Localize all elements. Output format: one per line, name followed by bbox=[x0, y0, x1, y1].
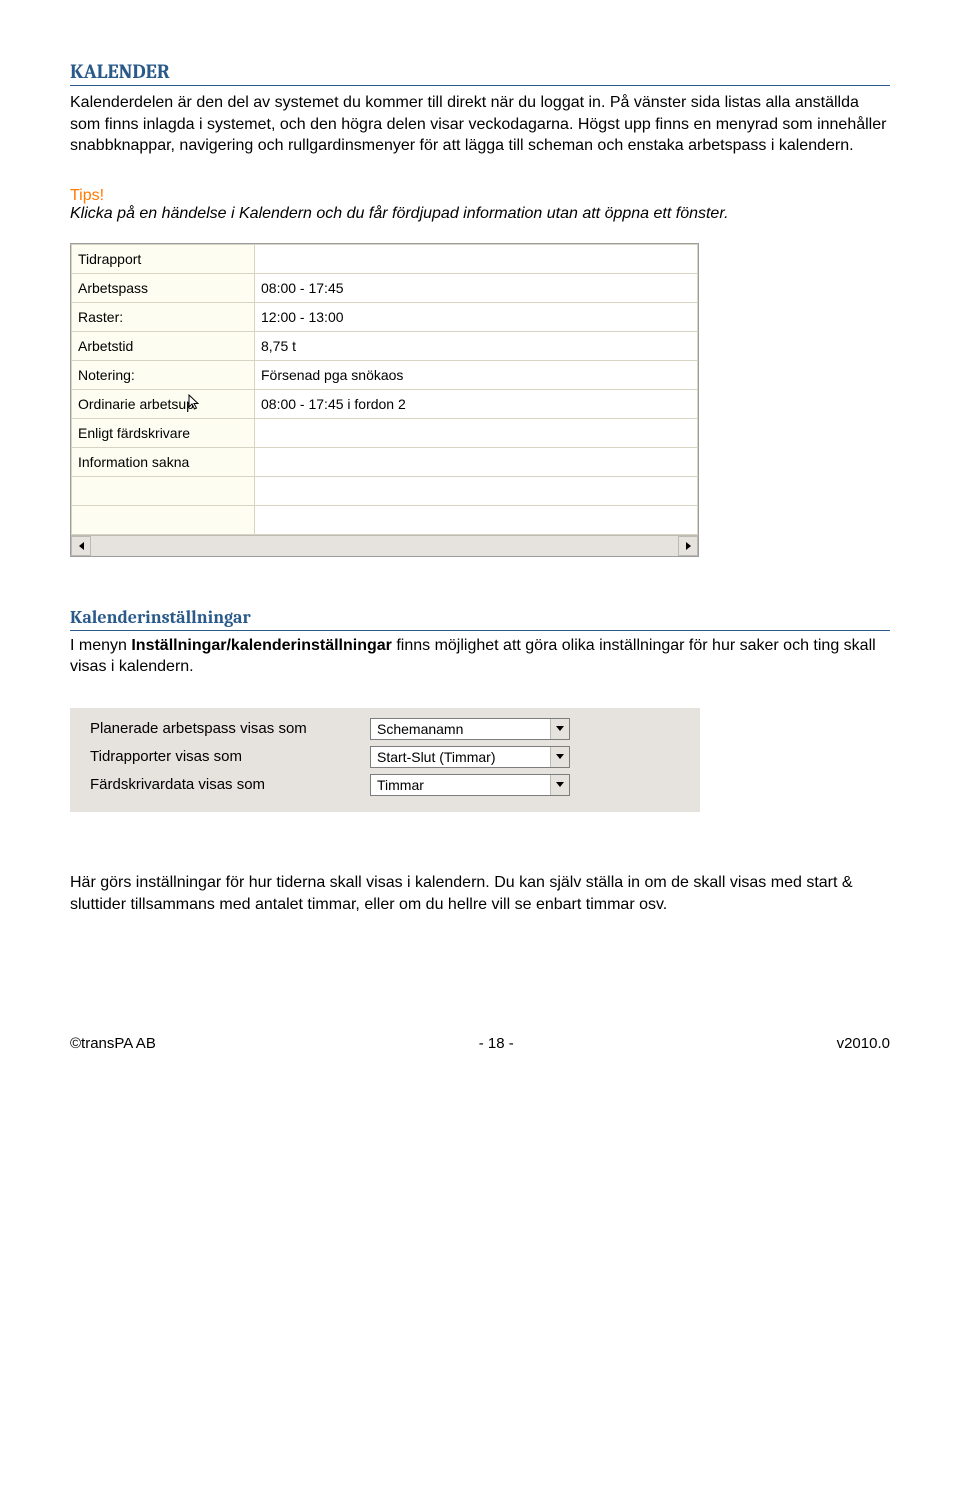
table-row: Ordinarie arbetsup 08:00 - 17:45 i fordo… bbox=[72, 389, 698, 418]
horizontal-scrollbar[interactable] bbox=[71, 535, 698, 556]
table-row bbox=[72, 476, 698, 505]
cell-value: 08:00 - 17:45 bbox=[255, 273, 698, 302]
settings-row: Planerade arbetspass visas som Schemanam… bbox=[90, 718, 690, 740]
paragraph-settings-intro: I menyn Inställningar/kalenderinställnin… bbox=[70, 635, 890, 678]
tips-text: Klicka på en händelse i Kalendern och du… bbox=[70, 205, 890, 223]
page-footer: ©transPA AB - 18 - v2010.0 bbox=[70, 1035, 890, 1052]
cell-label: Notering: bbox=[72, 360, 255, 389]
chevron-down-icon[interactable] bbox=[550, 719, 569, 739]
cell-label bbox=[72, 476, 255, 505]
footer-center: - 18 - bbox=[479, 1035, 514, 1052]
footer-right: v2010.0 bbox=[837, 1035, 890, 1052]
table-row bbox=[72, 505, 698, 534]
select-fardskrivardata[interactable]: Timmar bbox=[370, 774, 570, 796]
cell-value bbox=[255, 244, 698, 273]
cell-label: Information sakna bbox=[72, 447, 255, 476]
table-row: Information sakna bbox=[72, 447, 698, 476]
tips-label: Tips! bbox=[70, 187, 890, 205]
cell-value bbox=[255, 447, 698, 476]
table-row: Enligt färdskrivare bbox=[72, 418, 698, 447]
cell-value bbox=[255, 505, 698, 534]
footer-left: ©transPA AB bbox=[70, 1035, 156, 1052]
paragraph-intro: Kalenderdelen är den del av systemet du … bbox=[70, 92, 890, 157]
scroll-left-icon[interactable] bbox=[71, 536, 91, 556]
select-tidrapporter[interactable]: Start-Slut (Timmar) bbox=[370, 746, 570, 768]
settings-label: Färdskrivardata visas som bbox=[90, 776, 370, 793]
cell-value: 8,75 t bbox=[255, 331, 698, 360]
select-value: Timmar bbox=[371, 775, 550, 795]
cell-value: 08:00 - 17:45 i fordon 2 bbox=[255, 389, 698, 418]
tooltip-table: Tidrapport Arbetspass 08:00 - 17:45 Rast… bbox=[70, 243, 699, 557]
heading-kalender: KALENDER bbox=[70, 60, 890, 86]
select-planerade[interactable]: Schemanamn bbox=[370, 718, 570, 740]
table-row: Notering: Försenad pga snökaos bbox=[72, 360, 698, 389]
cell-label: Arbetstid bbox=[72, 331, 255, 360]
heading-kalenderinstallningar: Kalenderinställningar bbox=[70, 607, 890, 631]
chevron-down-icon[interactable] bbox=[550, 747, 569, 767]
settings-label: Tidrapporter visas som bbox=[90, 748, 370, 765]
cell-value bbox=[255, 418, 698, 447]
settings-row: Färdskrivardata visas som Timmar bbox=[90, 774, 690, 796]
paragraph-settings-desc: Här görs inställningar för hur tiderna s… bbox=[70, 872, 890, 915]
cell-label: Tidrapport bbox=[72, 244, 255, 273]
settings-panel: Planerade arbetspass visas som Schemanam… bbox=[70, 708, 700, 812]
cell-label: Raster: bbox=[72, 302, 255, 331]
cell-label: Enligt färdskrivare bbox=[72, 418, 255, 447]
select-value: Schemanamn bbox=[371, 719, 550, 739]
table-row: Raster: 12:00 - 13:00 bbox=[72, 302, 698, 331]
cell-value: 12:00 - 13:00 bbox=[255, 302, 698, 331]
cell-label: Ordinarie arbetsup bbox=[72, 389, 255, 418]
table-row: Arbetspass 08:00 - 17:45 bbox=[72, 273, 698, 302]
scroll-right-icon[interactable] bbox=[678, 536, 698, 556]
settings-row: Tidrapporter visas som Start-Slut (Timma… bbox=[90, 746, 690, 768]
table-row: Arbetstid 8,75 t bbox=[72, 331, 698, 360]
select-value: Start-Slut (Timmar) bbox=[371, 747, 550, 767]
settings-label: Planerade arbetspass visas som bbox=[90, 720, 370, 737]
chevron-down-icon[interactable] bbox=[550, 775, 569, 795]
cell-label: Arbetspass bbox=[72, 273, 255, 302]
cell-value: Försenad pga snökaos bbox=[255, 360, 698, 389]
table-row: Tidrapport bbox=[72, 244, 698, 273]
cell-value bbox=[255, 476, 698, 505]
cell-label bbox=[72, 505, 255, 534]
